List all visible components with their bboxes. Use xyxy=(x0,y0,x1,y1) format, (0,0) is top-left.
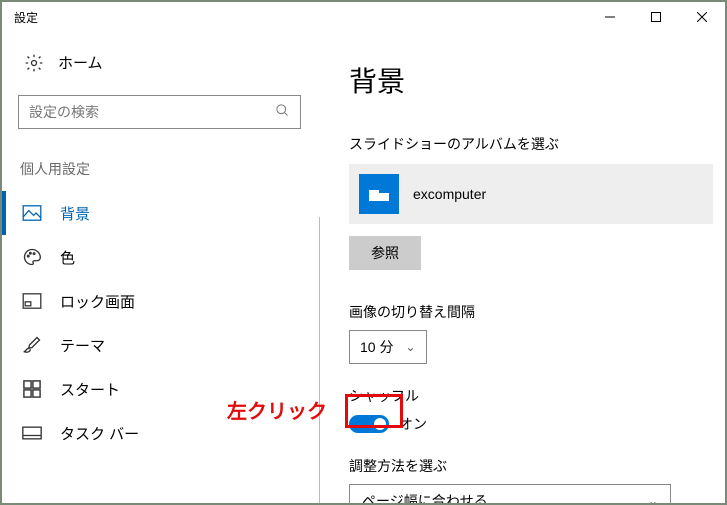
sidebar: ホーム 設定の検索 個人用設定 背景 xyxy=(2,32,317,503)
chevron-down-icon: ⌄ xyxy=(648,494,658,503)
nav-themes[interactable]: テーマ xyxy=(2,323,317,367)
home-label: ホーム xyxy=(58,52,103,73)
nav-colors[interactable]: 色 xyxy=(2,235,317,279)
brush-icon xyxy=(22,335,42,355)
start-icon xyxy=(22,380,42,398)
gear-icon xyxy=(24,53,44,73)
page-heading: 背景 xyxy=(349,60,713,100)
fit-select[interactable]: ページ幅に合わせる ⌄ xyxy=(349,484,671,503)
annotation-text: 左クリック xyxy=(227,395,327,424)
album-item[interactable]: excomputer xyxy=(349,164,713,224)
settings-window: 設定 ホーム 設定の検索 xyxy=(0,0,727,505)
nav-label: 背景 xyxy=(60,203,90,224)
maximize-button[interactable] xyxy=(633,2,679,32)
shuffle-label: シャッフル xyxy=(349,386,713,406)
album-name: excomputer xyxy=(413,186,486,202)
browse-button[interactable]: 参照 xyxy=(349,236,421,270)
nav-label: タスク バー xyxy=(60,423,139,444)
nav-background[interactable]: 背景 xyxy=(2,191,317,235)
nav-label: テーマ xyxy=(60,335,105,356)
palette-icon xyxy=(22,247,42,267)
nav-label: 色 xyxy=(60,247,75,268)
section-label: 個人用設定 xyxy=(20,159,317,179)
nav-lockscreen[interactable]: ロック画面 xyxy=(2,279,317,323)
content-pane: 背景 スライドショーのアルバムを選ぶ excomputer 参照 画像の切り替え… xyxy=(317,32,725,503)
search-icon xyxy=(275,103,290,121)
search-input[interactable]: 設定の検索 xyxy=(18,95,301,129)
toggle-knob xyxy=(374,418,386,430)
search-placeholder: 設定の検索 xyxy=(29,102,275,122)
taskbar-icon xyxy=(22,426,42,440)
window-title: 設定 xyxy=(14,9,587,26)
chevron-down-icon: ⌄ xyxy=(405,340,415,354)
fit-label: 調整方法を選ぶ xyxy=(349,456,713,476)
minimize-button[interactable] xyxy=(587,2,633,32)
interval-value: 10 分 xyxy=(360,337,393,357)
interval-select[interactable]: 10 分 ⌄ xyxy=(349,330,427,364)
shuffle-state: オン xyxy=(399,414,427,434)
lockscreen-icon xyxy=(22,293,42,309)
fit-value: ページ幅に合わせる xyxy=(362,491,488,503)
home-link[interactable]: ホーム xyxy=(2,32,317,89)
interval-label: 画像の切り替え間隔 xyxy=(349,302,713,322)
picture-icon xyxy=(22,205,42,221)
window-controls xyxy=(587,2,725,32)
album-label: スライドショーのアルバムを選ぶ xyxy=(349,134,713,154)
folder-icon xyxy=(359,174,399,214)
nav-label: スタート xyxy=(60,379,120,400)
nav-label: ロック画面 xyxy=(60,291,135,312)
vertical-divider xyxy=(319,217,320,503)
titlebar: 設定 xyxy=(2,2,725,32)
close-button[interactable] xyxy=(679,2,725,32)
shuffle-toggle[interactable] xyxy=(349,415,389,433)
